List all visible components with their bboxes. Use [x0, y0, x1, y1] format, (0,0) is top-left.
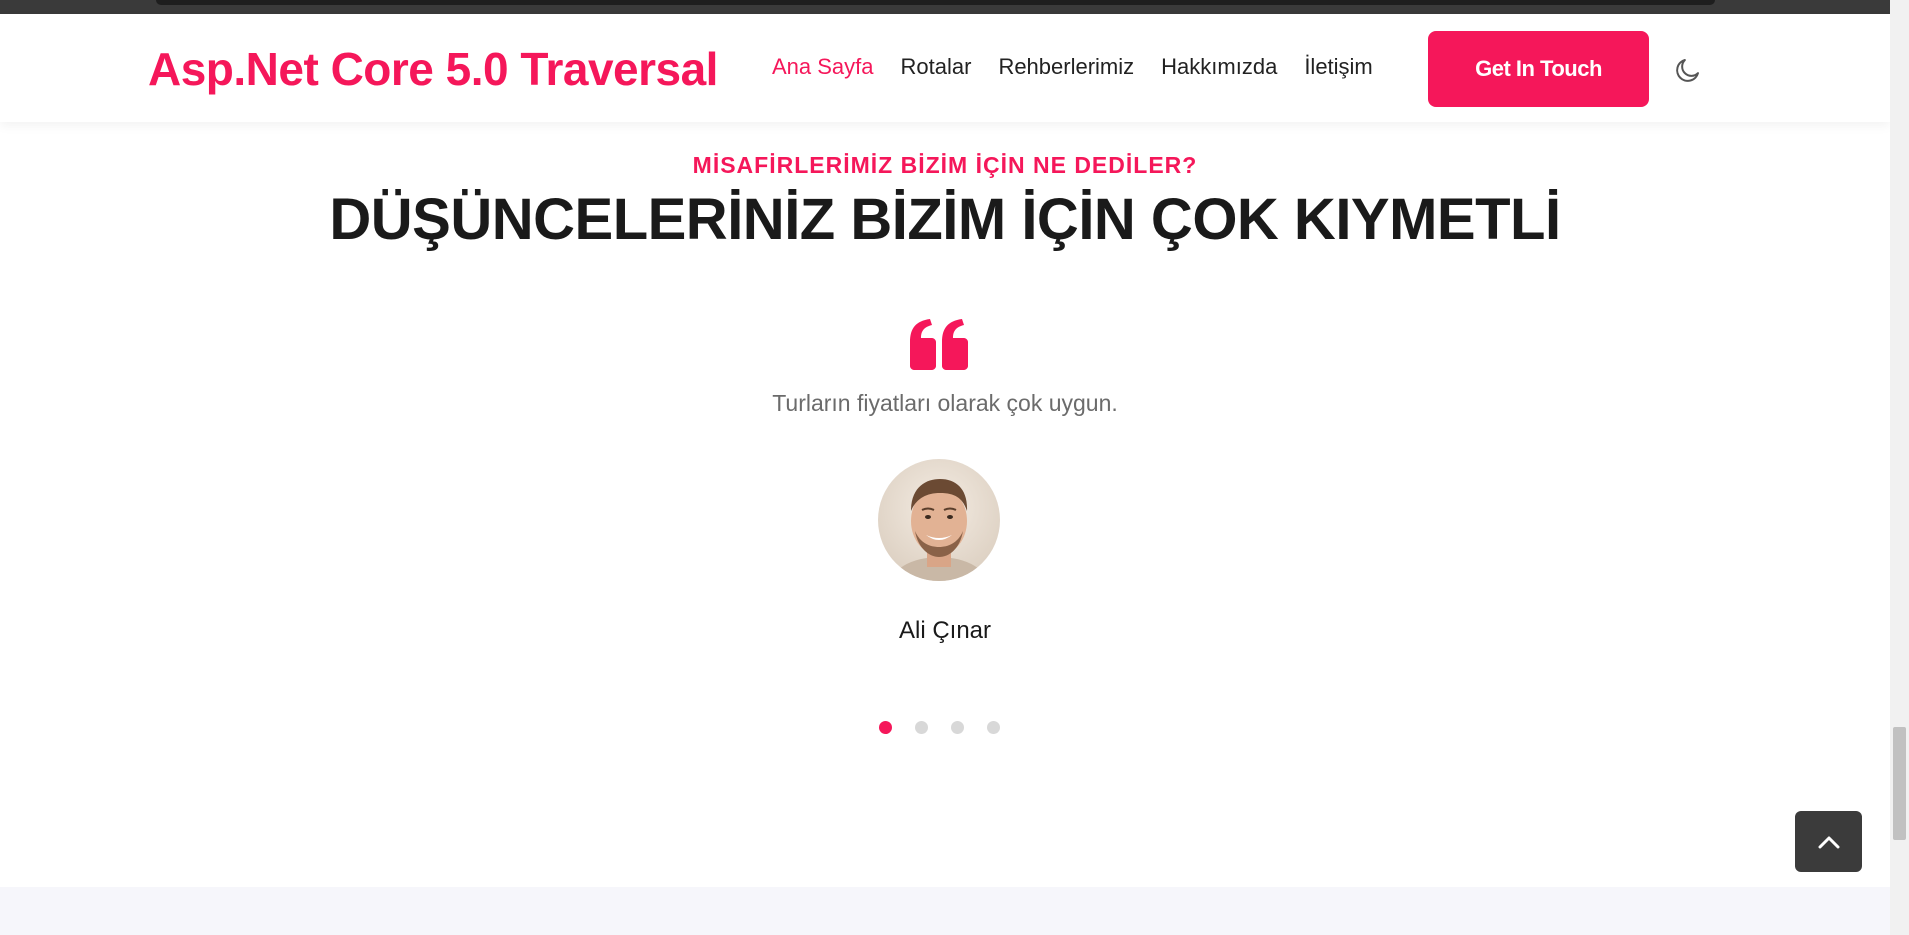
carousel-dot-3[interactable] [951, 721, 964, 734]
section-eyebrow: MİSAFİRLERİMİZ BİZİM İÇİN NE DEDİLER? [692, 152, 1198, 178]
author-avatar [878, 459, 1000, 581]
testimonial-quote: Turların fiyatları olarak çok uygun. [772, 390, 1118, 416]
nav-item-about[interactable]: Hakkımızda [1161, 54, 1277, 80]
carousel-dot-4[interactable] [987, 721, 1000, 734]
nav-item-home[interactable]: Ana Sayfa [772, 54, 874, 80]
scrollbar-thumb[interactable] [1893, 727, 1906, 840]
back-to-top-button[interactable] [1795, 811, 1862, 872]
carousel-dots [879, 721, 1000, 734]
main-nav: Ana Sayfa Rotalar Rehberlerimiz Hakkımız… [772, 54, 1400, 80]
carousel-dot-2[interactable] [915, 721, 928, 734]
site-header: Asp.Net Core 5.0 Traversal Ana Sayfa Rot… [0, 14, 1890, 122]
carousel-dot-1[interactable] [879, 721, 892, 734]
browser-top-strip [0, 0, 1890, 14]
section-title: DÜŞÜNCELERİNİZ BİZİM İÇİN ÇOK KIYMETLİ [329, 187, 1561, 252]
moon-icon[interactable] [1673, 55, 1703, 85]
nav-item-guides[interactable]: Rehberlerimiz [998, 54, 1134, 80]
author-name: Ali Çınar [898, 617, 992, 644]
chevron-up-icon [1818, 836, 1839, 848]
quote-icon [910, 319, 968, 370]
top-strip-inner [156, 0, 1715, 5]
nav-item-contact[interactable]: İletişim [1304, 54, 1372, 80]
page-scrollbar[interactable] [1890, 0, 1909, 935]
get-in-touch-button[interactable]: Get In Touch [1428, 31, 1649, 107]
nav-item-routes[interactable]: Rotalar [901, 54, 972, 80]
brand-logo-text[interactable]: Asp.Net Core 5.0 Traversal [148, 42, 718, 96]
next-section-band [0, 887, 1890, 935]
